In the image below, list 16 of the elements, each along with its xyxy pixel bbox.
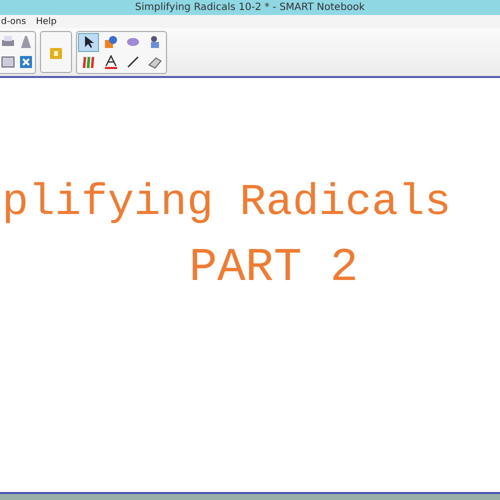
menu-item[interactable]: Help bbox=[36, 16, 57, 26]
printer-icon bbox=[0, 35, 14, 49]
shapes-icon bbox=[104, 35, 118, 49]
close-icon bbox=[18, 55, 32, 69]
eraser-icon bbox=[148, 55, 162, 69]
window-title: Simplifying Radicals 10-2 * - SMART Notebook bbox=[135, 2, 365, 13]
menu-item[interactable]: d-ons bbox=[1, 16, 26, 26]
table-icon bbox=[0, 55, 14, 69]
text-tool-icon bbox=[104, 55, 118, 69]
pens-icon bbox=[82, 55, 96, 69]
lock-icon bbox=[50, 45, 62, 59]
line-icon bbox=[126, 55, 140, 69]
page-subtitle: PART 2 bbox=[189, 242, 360, 295]
tool-button[interactable] bbox=[78, 32, 99, 52]
blob-icon bbox=[126, 35, 140, 49]
page-title: plifying Radicals bbox=[2, 178, 452, 228]
